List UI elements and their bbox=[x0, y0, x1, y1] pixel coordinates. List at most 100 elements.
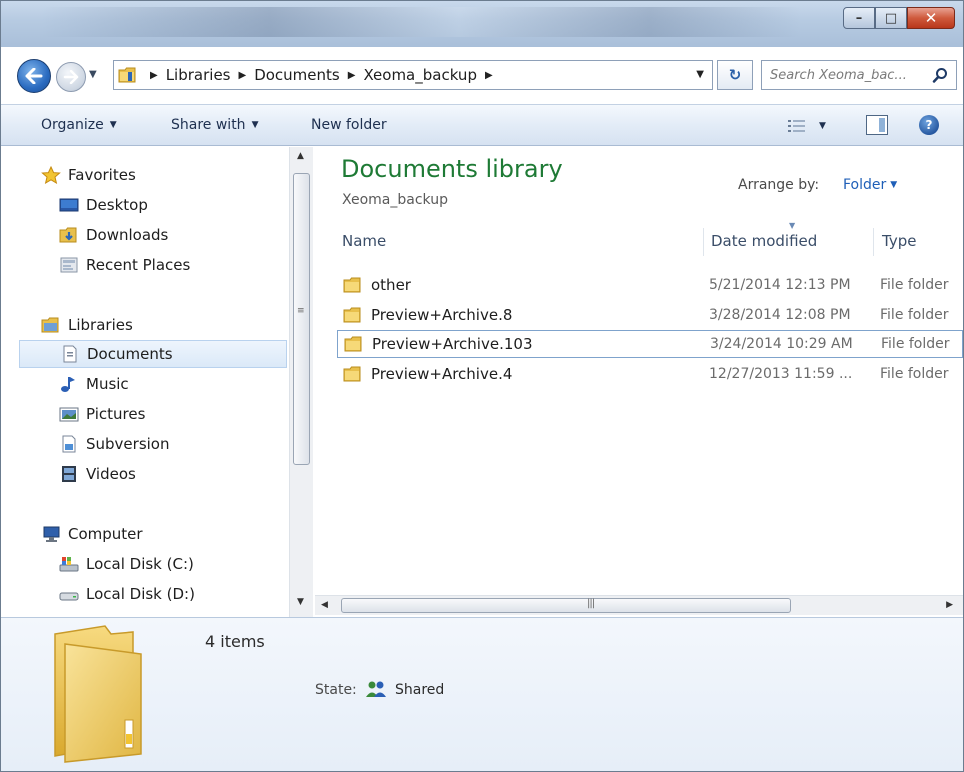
arrange-by-dropdown[interactable]: Folder ▼ bbox=[843, 177, 897, 193]
scroll-down-icon[interactable]: ▼ bbox=[297, 597, 304, 607]
nav-music[interactable]: Music bbox=[59, 370, 313, 398]
search-input[interactable] bbox=[770, 67, 930, 83]
libraries-icon bbox=[41, 316, 61, 334]
nav-computer[interactable]: Computer bbox=[41, 520, 313, 548]
breadcrumb-separator-icon[interactable]: ▶ bbox=[485, 70, 493, 81]
breadcrumb-documents[interactable]: Documents bbox=[254, 66, 340, 84]
scroll-up-icon[interactable]: ▲ bbox=[297, 151, 304, 161]
column-header-type[interactable]: Type bbox=[882, 226, 962, 256]
refresh-icon: ↻ bbox=[728, 66, 742, 84]
breadcrumb-separator-icon[interactable]: ▶ bbox=[150, 70, 158, 81]
nav-libraries[interactable]: Libraries bbox=[41, 311, 313, 339]
chevron-down-icon: ▼ bbox=[890, 180, 898, 190]
scroll-right-icon[interactable]: ▶ bbox=[946, 600, 953, 610]
nav-subversion[interactable]: Subversion bbox=[59, 430, 313, 458]
organize-label: Organize bbox=[41, 117, 104, 133]
chevron-down-icon: ▼ bbox=[109, 120, 117, 130]
library-subtitle: Xeoma_backup bbox=[342, 192, 448, 208]
maximize-button[interactable]: □ bbox=[875, 7, 907, 29]
share-with-menu[interactable]: Share with ▼ bbox=[171, 117, 258, 133]
file-row[interactable]: Preview+Archive.103 3/24/2014 10:29 AM F… bbox=[337, 330, 963, 358]
nav-recent-places[interactable]: Recent Places bbox=[59, 251, 313, 279]
maximize-icon: □ bbox=[884, 10, 898, 26]
address-history-dropdown[interactable]: ▼ bbox=[696, 69, 704, 80]
desktop-icon bbox=[59, 196, 79, 214]
explorer-window: – □ ✕ ▼ ▶ Libraries ▶ Documents ▶ Xeoma_… bbox=[0, 0, 964, 772]
breadcrumb-xeoma-backup[interactable]: Xeoma_backup bbox=[363, 66, 477, 84]
back-button[interactable] bbox=[17, 59, 51, 93]
pictures-icon bbox=[59, 405, 79, 423]
column-divider[interactable] bbox=[703, 228, 704, 256]
folder-icon bbox=[343, 366, 361, 382]
nav-desktop-label: Desktop bbox=[86, 196, 148, 214]
nav-documents[interactable]: Documents bbox=[19, 340, 287, 368]
content-horizontal-scrollbar[interactable]: ◀ ||| ▶ bbox=[315, 595, 963, 615]
column-divider[interactable] bbox=[873, 228, 874, 256]
nav-documents-label: Documents bbox=[87, 345, 173, 363]
file-type: File folder bbox=[880, 277, 949, 293]
close-button[interactable]: ✕ bbox=[907, 7, 955, 29]
nav-local-disk-d[interactable]: Local Disk (D:) bbox=[59, 580, 313, 608]
minimize-button[interactable]: – bbox=[843, 7, 875, 29]
details-pane: 4 items State: Shared bbox=[1, 617, 963, 771]
nav-pictures[interactable]: Pictures bbox=[59, 400, 313, 428]
command-bar: Organize ▼ Share with ▼ New folder ▼ ? bbox=[1, 104, 963, 146]
nav-music-label: Music bbox=[86, 375, 129, 393]
nav-libraries-label: Libraries bbox=[68, 316, 133, 334]
disk-drive-icon bbox=[59, 585, 79, 603]
file-row[interactable]: Preview+Archive.4 12/27/2013 11:59 ... F… bbox=[337, 360, 963, 388]
arrange-by-value: Folder bbox=[843, 177, 887, 193]
videos-icon bbox=[59, 465, 79, 483]
file-row[interactable]: Preview+Archive.8 3/28/2014 12:08 PM Fil… bbox=[337, 301, 963, 329]
scroll-left-icon[interactable]: ◀ bbox=[321, 600, 328, 610]
chevron-down-icon: ▼ bbox=[251, 120, 259, 130]
refresh-button[interactable]: ↻ bbox=[717, 60, 753, 90]
column-header-name[interactable]: Name bbox=[342, 226, 700, 256]
column-header-type-label: Type bbox=[882, 232, 917, 250]
content-scroll-thumb[interactable]: ||| bbox=[341, 598, 791, 613]
view-details-icon bbox=[788, 120, 805, 132]
folder-icon bbox=[343, 307, 361, 323]
nav-favorites[interactable]: Favorites bbox=[41, 161, 313, 189]
column-header-name-label: Name bbox=[342, 232, 387, 250]
file-name: Preview+Archive.8 bbox=[371, 306, 513, 324]
subversion-icon bbox=[59, 435, 79, 453]
search-icon[interactable] bbox=[932, 67, 948, 83]
file-date: 3/24/2014 10:29 AM bbox=[710, 336, 853, 352]
preview-pane-button[interactable] bbox=[866, 115, 888, 135]
organize-menu[interactable]: Organize ▼ bbox=[41, 117, 117, 133]
breadcrumb-separator-icon[interactable]: ▶ bbox=[348, 70, 356, 81]
file-name: Preview+Archive.4 bbox=[371, 365, 513, 383]
large-folder-icon bbox=[54, 625, 142, 763]
nav-pictures-label: Pictures bbox=[86, 405, 146, 423]
column-header-date[interactable]: Date modified bbox=[711, 226, 871, 256]
nav-videos-label: Videos bbox=[86, 465, 136, 483]
nav-local-disk-d-label: Local Disk (D:) bbox=[86, 585, 195, 603]
title-bar[interactable]: – □ ✕ bbox=[1, 1, 963, 47]
new-folder-button[interactable]: New folder bbox=[311, 117, 387, 133]
help-button[interactable]: ? bbox=[919, 115, 939, 135]
nav-desktop[interactable]: Desktop bbox=[59, 191, 313, 219]
nav-downloads[interactable]: Downloads bbox=[59, 221, 313, 249]
forward-button[interactable] bbox=[56, 62, 86, 92]
downloads-icon bbox=[59, 226, 79, 244]
file-name: other bbox=[371, 276, 411, 294]
nav-recent-places-label: Recent Places bbox=[86, 256, 191, 274]
nav-vertical-scrollbar[interactable]: ▲ ≡ ▼ bbox=[289, 147, 313, 617]
breadcrumb-separator-icon[interactable]: ▶ bbox=[239, 70, 247, 81]
nav-local-disk-c[interactable]: Local Disk (C:) bbox=[59, 550, 313, 578]
address-bar[interactable]: ▶ Libraries ▶ Documents ▶ Xeoma_backup ▶… bbox=[113, 60, 713, 90]
nav-favorites-label: Favorites bbox=[68, 166, 136, 184]
share-with-label: Share with bbox=[171, 117, 246, 133]
breadcrumb-libraries[interactable]: Libraries bbox=[166, 66, 231, 84]
change-view-button[interactable]: ▼ bbox=[787, 116, 835, 136]
nav-downloads-label: Downloads bbox=[86, 226, 169, 244]
recent-pages-dropdown[interactable]: ▼ bbox=[89, 69, 97, 80]
nav-videos[interactable]: Videos bbox=[59, 460, 313, 488]
nav-scroll-thumb[interactable] bbox=[293, 173, 310, 465]
search-box[interactable] bbox=[761, 60, 957, 90]
forward-arrow-icon bbox=[63, 70, 79, 84]
file-date: 12/27/2013 11:59 ... bbox=[709, 366, 853, 382]
file-row[interactable]: other 5/21/2014 12:13 PM File folder bbox=[337, 271, 963, 299]
nav-local-disk-c-label: Local Disk (C:) bbox=[86, 555, 194, 573]
